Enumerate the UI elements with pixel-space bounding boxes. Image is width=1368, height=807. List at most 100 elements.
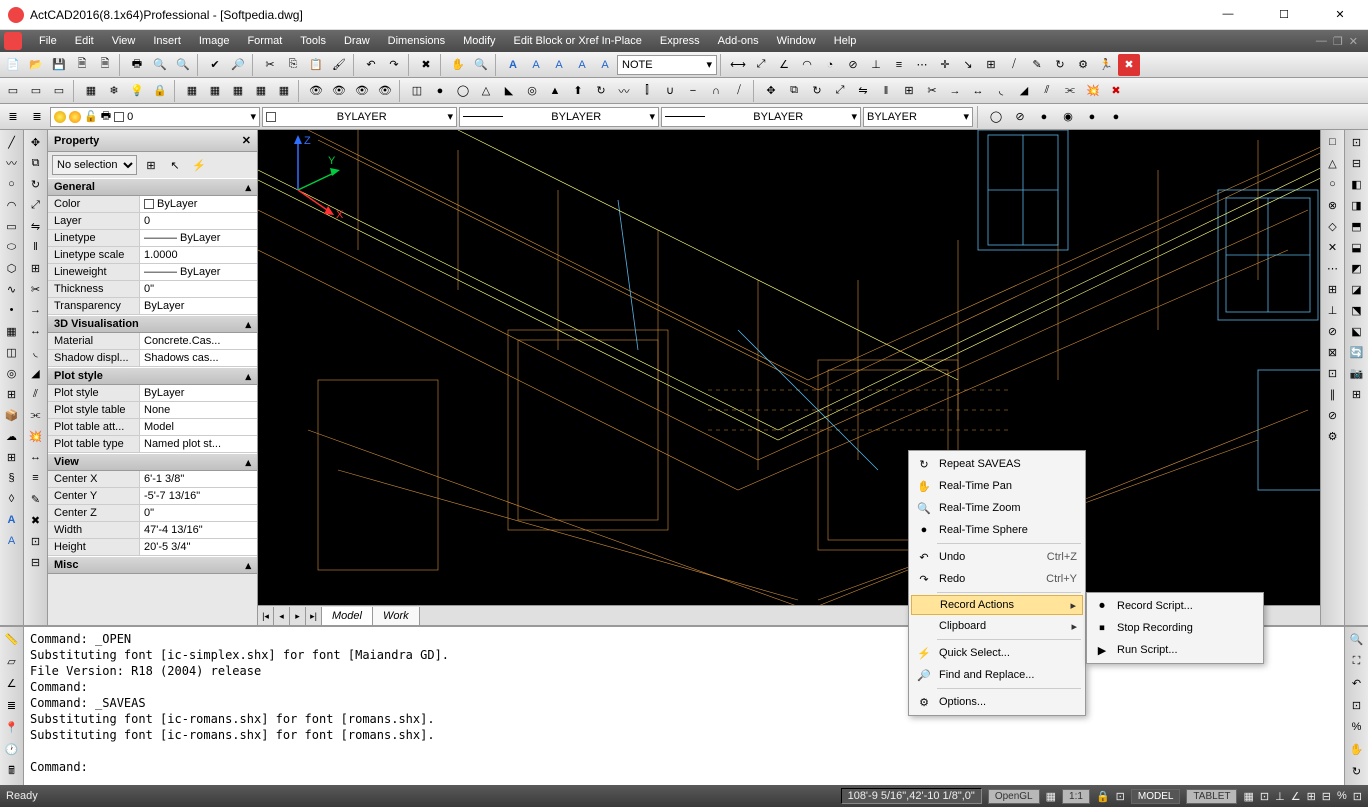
property-row[interactable]: Center Y-5'-7 13/16"	[48, 488, 257, 505]
context-item-redo[interactable]: ↷RedoCtrl+Y	[911, 568, 1083, 590]
layer-tool-2[interactable]: ▭	[25, 80, 47, 102]
measure-area-button[interactable]: ▱	[2, 651, 22, 671]
context-item-record-actions[interactable]: Record Actions▸	[911, 595, 1083, 615]
lock-icon-status[interactable]: 🔒	[1096, 790, 1110, 803]
context-item-options-[interactable]: ⚙Options...	[911, 691, 1083, 713]
menu-express[interactable]: Express	[651, 30, 709, 52]
pyramid-button[interactable]: ▲	[544, 80, 566, 102]
layer-lock-button[interactable]: 🔒	[149, 80, 171, 102]
view-top-button[interactable]: ⊡	[1347, 132, 1367, 152]
copy-button[interactable]: ⎘	[282, 54, 304, 76]
mtext-button[interactable]: A	[502, 54, 524, 76]
dim-radius-button[interactable]: ◔	[819, 54, 841, 76]
tab-first[interactable]: |◂	[258, 607, 274, 625]
status-scale[interactable]: 1:1	[1062, 789, 1090, 804]
property-group-view[interactable]: View▴	[48, 453, 257, 471]
layer-dropdown[interactable]: 🔓 🖶 0 ▾	[50, 107, 260, 127]
rotate-button[interactable]: ↻	[806, 80, 828, 102]
delete-button[interactable]: ✖	[415, 54, 437, 76]
zoom-all-button[interactable]: ⊡	[1347, 695, 1367, 715]
print-preview-button[interactable]: 🔍	[149, 54, 171, 76]
linetype-dropdown[interactable]: BYLAYER ▾	[459, 107, 659, 127]
move-tool[interactable]: ✥	[26, 132, 46, 152]
layer-delete-button[interactable]: ▦	[273, 80, 295, 102]
break-button[interactable]: ⫽	[1036, 80, 1058, 102]
offset-tool[interactable]: ‖	[26, 237, 46, 257]
pan-button[interactable]: ✋	[447, 54, 469, 76]
menu-draw[interactable]: Draw	[335, 30, 379, 52]
zoom-scale-button[interactable]: %	[1347, 717, 1367, 737]
open-button[interactable]: 📂	[25, 54, 47, 76]
orbit-button[interactable]: 🔄	[1347, 342, 1367, 362]
menu-edit[interactable]: Edit	[66, 30, 103, 52]
layer-prev-button[interactable]: ▦	[227, 80, 249, 102]
find-button[interactable]: 🔎	[227, 54, 249, 76]
status-opengl[interactable]: OpenGL	[988, 789, 1040, 804]
property-row[interactable]: Plot table typeNamed plot st...	[48, 436, 257, 453]
join-tool[interactable]: ⫘	[26, 405, 46, 425]
property-row[interactable]: Plot styleByLayer	[48, 385, 257, 402]
property-panel-header[interactable]: Property ✕	[48, 130, 257, 152]
property-value[interactable]: Concrete.Cas...	[140, 333, 257, 349]
trim-button[interactable]: ✂	[921, 80, 943, 102]
annotate-button[interactable]: A	[571, 54, 593, 76]
hatch-tool[interactable]: ▦	[2, 321, 22, 341]
mdi-minimize-icon[interactable]: —	[1316, 35, 1327, 48]
property-row[interactable]: Center X6'-1 3/8"	[48, 471, 257, 488]
property-row[interactable]: Shadow displ...Shadows cas...	[48, 350, 257, 367]
mirror-button[interactable]: ⇋	[852, 80, 874, 102]
rotate-tool[interactable]: ↻	[26, 174, 46, 194]
paste-button[interactable]: 📋	[305, 54, 327, 76]
osnap-node-button[interactable]: ⊗	[1323, 195, 1343, 215]
selection-dropdown[interactable]: No selection	[52, 155, 137, 175]
publish-button[interactable]: 🗎	[94, 54, 116, 76]
view-bottom-button[interactable]: ⊟	[1347, 153, 1367, 173]
property-row[interactable]: Center Z0"	[48, 505, 257, 522]
arc-tool[interactable]: ◠	[2, 195, 22, 215]
menu-editblock[interactable]: Edit Block or Xref In-Place	[505, 30, 651, 52]
grid-icon[interactable]: ▦	[1046, 790, 1056, 803]
osnap-tan-button[interactable]: ⊘	[1323, 321, 1343, 341]
hide-button[interactable]: 👁	[305, 80, 327, 102]
minimize-button[interactable]: —	[1208, 8, 1248, 21]
menu-image[interactable]: Image	[190, 30, 239, 52]
osnap-end-button[interactable]: □	[1323, 132, 1343, 152]
menu-insert[interactable]: Insert	[144, 30, 190, 52]
view-nwiso-button[interactable]: ⬕	[1347, 321, 1367, 341]
status-toggle-2[interactable]: ⊡	[1260, 790, 1269, 803]
vis-hidden-button[interactable]: ⊘	[1009, 106, 1031, 128]
mtext-tool[interactable]: A	[2, 531, 22, 551]
view-seiso-button[interactable]: ◪	[1347, 279, 1367, 299]
insert-tool[interactable]: 📦	[2, 405, 22, 425]
stretch-button[interactable]: ↔	[967, 80, 989, 102]
ungroup-tool[interactable]: ⊟	[26, 552, 46, 572]
property-row[interactable]: Plot style tableNone	[48, 402, 257, 419]
offset-button[interactable]: ‖	[875, 80, 897, 102]
prop-filter-icon[interactable]: ⚡	[189, 155, 209, 175]
view-front-button[interactable]: ⬒	[1347, 216, 1367, 236]
osnap-set-button[interactable]: ⚙	[1323, 426, 1343, 446]
property-row[interactable]: Plot table att...Model	[48, 419, 257, 436]
property-value[interactable]: Shadows cas...	[140, 350, 257, 366]
explode-tool[interactable]: 💥	[26, 426, 46, 446]
scale-tool[interactable]: ⤢	[26, 195, 46, 215]
layer-walk-button[interactable]: ▦	[181, 80, 203, 102]
spline-tool[interactable]: ∿	[2, 279, 22, 299]
text-button[interactable]: A	[525, 54, 547, 76]
region-tool[interactable]: ◫	[2, 342, 22, 362]
matchprops-button[interactable]: 🖌	[328, 54, 350, 76]
menu-tools[interactable]: Tools	[291, 30, 335, 52]
pan2-button[interactable]: ✋	[1347, 739, 1367, 759]
calc-button[interactable]: 🖩	[2, 761, 22, 781]
context-item-undo[interactable]: ↶UndoCtrl+Z	[911, 546, 1083, 568]
menu-addons[interactable]: Add-ons	[709, 30, 768, 52]
pedit-tool[interactable]: ✎	[26, 489, 46, 509]
dim-angular-button[interactable]: ∠	[773, 54, 795, 76]
mirror-tool[interactable]: ⇋	[26, 216, 46, 236]
view-back-button[interactable]: ⬓	[1347, 237, 1367, 257]
undo-button[interactable]: ↶	[360, 54, 382, 76]
measure-dist-button[interactable]: 📏	[2, 629, 22, 649]
status-toggle-6[interactable]: ⊟	[1322, 790, 1331, 803]
color-dropdown[interactable]: BYLAYER ▾	[262, 107, 457, 127]
unisolate-button[interactable]: 👁	[374, 80, 396, 102]
